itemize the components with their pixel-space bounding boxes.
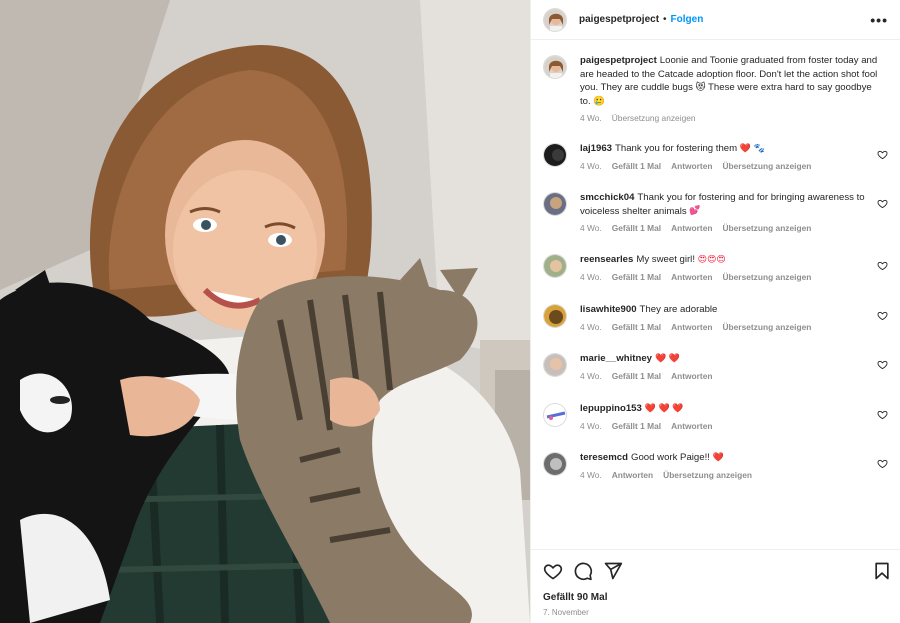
reply-button[interactable]: Antworten: [671, 322, 712, 332]
commenter-avatar[interactable]: [543, 143, 567, 167]
translate-link[interactable]: Übersetzung anzeigen: [722, 223, 811, 233]
comment-emoji: ❤️ 🐾: [739, 142, 765, 153]
comment-likes[interactable]: Gefällt 1 Mal: [612, 421, 661, 431]
comment-emoji: 💕: [689, 205, 701, 216]
comment-emoji: ❤️ ❤️: [655, 352, 680, 363]
comment-text: My sweet girl!: [636, 254, 695, 265]
heart-icon[interactable]: [877, 260, 888, 271]
commenter-avatar[interactable]: [543, 452, 567, 476]
comment-item: teresemcd Good work Paige!! ❤️ 4 Wo. Antw…: [543, 451, 892, 480]
comment-username[interactable]: laj1963: [580, 143, 612, 154]
post-photo[interactable]: [0, 0, 530, 623]
post-footer: Gefällt 90 Mal 7. November: [531, 549, 900, 623]
more-icon[interactable]: •••: [870, 12, 888, 28]
comment-username[interactable]: smcchick04: [580, 192, 634, 203]
author-avatar[interactable]: [543, 55, 567, 79]
comment-item: marie__whitney ❤️ ❤️ 4 Wo. Gefällt 1 Mal …: [543, 352, 892, 381]
commenter-avatar[interactable]: [543, 403, 567, 427]
translate-link[interactable]: Übersetzung anzeigen: [722, 272, 811, 282]
author-username[interactable]: paigespetproject: [579, 14, 659, 25]
comment-emoji: ❤️ ❤️ ❤️: [644, 402, 684, 413]
comment-text: Thank you for fostering them: [615, 143, 738, 154]
comment-text: Good work Paige!!: [631, 452, 710, 463]
comment-likes[interactable]: Gefällt 1 Mal: [612, 272, 661, 282]
reply-button[interactable]: Antworten: [671, 371, 712, 381]
reply-button[interactable]: Antworten: [671, 223, 712, 233]
heart-icon[interactable]: [877, 310, 888, 321]
comment-time[interactable]: 4 Wo.: [580, 322, 602, 332]
comment-emoji: 😍😍😍: [697, 253, 726, 264]
comment-username[interactable]: lisawhite900: [580, 304, 637, 315]
comment-emoji: ❤️: [712, 451, 724, 462]
translate-link[interactable]: Übersetzung anzeigen: [663, 470, 752, 480]
comment-item: smcchick04 Thank you for fostering and fo…: [543, 191, 892, 233]
comment-likes[interactable]: Gefällt 1 Mal: [612, 322, 661, 332]
post-date[interactable]: 7. November: [543, 608, 589, 617]
comment-likes[interactable]: Gefällt 1 Mal: [612, 161, 661, 171]
comment-username[interactable]: reensearles: [580, 254, 633, 265]
share-icon[interactable]: [603, 561, 623, 581]
comment-icon[interactable]: [573, 561, 593, 581]
comment-text: They are adorable: [639, 304, 718, 315]
post-header: paigespetproject • Folgen •••: [531, 0, 900, 40]
comment-likes[interactable]: Gefällt 1 Mal: [612, 223, 661, 233]
comment-item: reensearles My sweet girl! 😍😍😍 4 Wo. Gefä…: [543, 253, 892, 282]
bookmark-icon[interactable]: [872, 561, 892, 581]
photo-illustration: [0, 0, 530, 623]
heart-icon[interactable]: [877, 359, 888, 370]
author-avatar[interactable]: [543, 7, 567, 32]
commenter-avatar[interactable]: [543, 254, 567, 278]
heart-icon[interactable]: [877, 149, 888, 160]
comment-item: lisawhite900 They are adorable 4 Wo. Gefä…: [543, 303, 892, 332]
caption: paigespetproject Loonie and Toonie gradua…: [543, 54, 892, 123]
comment-time[interactable]: 4 Wo.: [580, 470, 602, 480]
comment-username[interactable]: lepuppino153: [580, 403, 642, 414]
reply-button[interactable]: Antworten: [612, 470, 653, 480]
reply-button[interactable]: Antworten: [671, 272, 712, 282]
comment-likes[interactable]: Gefällt 1 Mal: [612, 371, 661, 381]
comment-time[interactable]: 4 Wo.: [580, 223, 602, 233]
comments-list[interactable]: paigespetproject Loonie and Toonie gradua…: [531, 41, 900, 549]
translate-link[interactable]: Übersetzung anzeigen: [722, 161, 811, 171]
comment-time[interactable]: 4 Wo.: [580, 272, 602, 282]
comment-username[interactable]: teresemcd: [580, 452, 628, 463]
comment-time[interactable]: 4 Wo.: [580, 371, 602, 381]
caption-translate-link[interactable]: Übersetzung anzeigen: [612, 113, 696, 123]
action-bar: [543, 560, 892, 582]
comment-username[interactable]: marie__whitney: [580, 353, 652, 364]
comment-time[interactable]: 4 Wo.: [580, 421, 602, 431]
heart-icon[interactable]: [543, 561, 563, 581]
follow-button[interactable]: Folgen: [671, 14, 704, 25]
reply-button[interactable]: Antworten: [671, 161, 712, 171]
commenter-avatar[interactable]: [543, 192, 567, 216]
reply-button[interactable]: Antworten: [671, 421, 712, 431]
heart-icon[interactable]: [877, 458, 888, 469]
comment-item: lepuppino153 ❤️ ❤️ ❤️ 4 Wo. Gefällt 1 Mal…: [543, 402, 892, 431]
caption-time[interactable]: 4 Wo.: [580, 113, 602, 123]
heart-icon[interactable]: [877, 409, 888, 420]
caption-username[interactable]: paigespetproject: [580, 55, 657, 66]
heart-icon[interactable]: [877, 198, 888, 209]
likes-count[interactable]: Gefällt 90 Mal: [543, 592, 607, 603]
comment-item: laj1963 Thank you for fostering them ❤️ 🐾…: [543, 142, 892, 171]
translate-link[interactable]: Übersetzung anzeigen: [722, 322, 811, 332]
comment-time[interactable]: 4 Wo.: [580, 161, 602, 171]
header-separator: •: [663, 14, 667, 25]
commenter-avatar[interactable]: [543, 304, 567, 328]
post-side-panel: paigespetproject • Folgen ••• paigespetp…: [530, 0, 900, 623]
commenter-avatar[interactable]: [543, 353, 567, 377]
